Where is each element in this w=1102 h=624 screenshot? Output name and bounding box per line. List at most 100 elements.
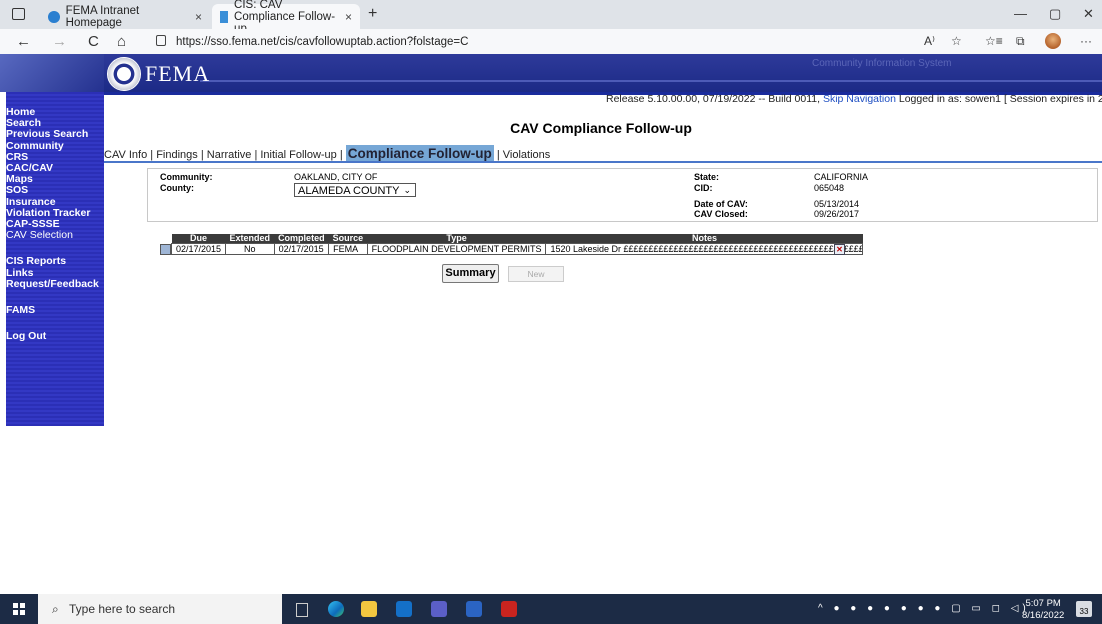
back-button[interactable]: ← (16, 33, 31, 50)
favorites-list-icon[interactable]: ☆≡ (985, 34, 1003, 48)
county-label: County: (160, 183, 194, 193)
tab-compliance-follow-up[interactable]: Compliance Follow-up (345, 145, 494, 162)
nav-fams[interactable]: FAMS (6, 304, 104, 316)
taskbar-search-box[interactable]: ⌕ Type here to search (38, 594, 282, 624)
outlook-icon[interactable] (396, 601, 412, 617)
close-tab-icon[interactable]: × (345, 10, 352, 24)
nav-sos[interactable]: SOS (6, 185, 104, 196)
state-label: State: (694, 172, 720, 182)
cis-favicon-icon (220, 10, 229, 23)
date-of-cav-label: Date of CAV: (694, 199, 748, 209)
county-select[interactable]: ALAMEDA COUNTY ⌄ (294, 183, 416, 197)
col-notes: Notes (545, 234, 863, 244)
windows-start-icon[interactable] (13, 603, 25, 615)
more-menu-button[interactable]: ··· (1080, 34, 1092, 48)
clock-date: 8/16/2022 (1022, 610, 1065, 621)
cid-value: 065048 (814, 183, 845, 193)
table-row: 02/17/2015 No 02/17/2015 FEMA FLOODPLAIN… (170, 243, 864, 255)
system-name: Community Information System (812, 58, 952, 69)
tab-actions-icon[interactable] (12, 8, 25, 20)
file-explorer-icon[interactable] (361, 601, 377, 617)
col-source: Source (328, 234, 368, 244)
dhs-seal-logo (107, 57, 141, 91)
cell-due: 02/17/2015 (170, 243, 227, 255)
url-text: https://sso.fema.net/cis/cavfollowuptab.… (176, 36, 469, 48)
nav-log-out[interactable]: Log Out (6, 331, 104, 342)
home-button[interactable]: ⌂ (117, 33, 126, 50)
nav-request-feedback[interactable]: Request/Feedback (6, 278, 104, 290)
address-bar-row: ← → C ⌂ https://sso.fema.net/cis/cavfoll… (0, 29, 1102, 55)
browser-tab-bar: FEMA Intranet Homepage × CIS: CAV Compli… (0, 0, 1102, 35)
cell-completed: 02/17/2015 (273, 243, 330, 255)
cell-extended: No (225, 243, 275, 255)
chevron-down-icon: ⌄ (403, 185, 411, 195)
acrobat-icon[interactable] (501, 601, 517, 617)
summary-button[interactable]: Summary (442, 264, 499, 283)
tab-findings[interactable]: Findings (156, 149, 198, 161)
new-button[interactable]: New (508, 266, 564, 282)
windows-taskbar: ⌕ Type here to search ^ ● ● ● ● ● ● ● ▢ … (0, 594, 1102, 624)
cav-closed-label: CAV Closed: (694, 209, 748, 219)
cell-type: FLOODPLAIN DEVELOPMENT PERMITS (366, 243, 547, 255)
edge-browser-icon[interactable] (328, 601, 344, 617)
read-aloud-button[interactable]: A⁾ (924, 34, 935, 48)
skip-navigation-link[interactable]: Skip Navigation (823, 93, 896, 105)
teams-icon[interactable] (431, 601, 447, 617)
search-icon: ⌕ (52, 602, 59, 616)
fema-favicon-icon (48, 10, 60, 23)
session-expiry: [ Session expires in 20 mins ] (1003, 93, 1102, 105)
close-tab-icon[interactable]: × (195, 10, 202, 24)
tab-violations[interactable]: Violations (503, 149, 551, 161)
new-tab-button[interactable]: + (368, 5, 377, 23)
tab-fema-intranet[interactable]: FEMA Intranet Homepage × (40, 4, 210, 29)
page-title: CAV Compliance Follow-up (510, 120, 692, 136)
word-icon[interactable] (466, 601, 482, 617)
state-value: CALIFORNIA (814, 172, 869, 182)
logged-in-user: Logged in as: sowen1 (898, 93, 1002, 105)
fema-logo-text: FEMA (145, 61, 211, 86)
system-tray-icons[interactable]: ^ ● ● ● ● ● ● ● ▢ ▭ ◻ ◁) (818, 603, 1030, 614)
cell-source: FEMA (328, 243, 368, 255)
cid-label: CID: (694, 183, 713, 193)
cell-notes: 1520 Lakeside Dr £££££££££££££££££££££££… (545, 243, 864, 255)
cav-closed-value: 09/26/2017 (814, 209, 860, 219)
release-info: Release 5.10.00.00, 07/19/2022 -- Build … (606, 93, 821, 105)
tab-cav-info[interactable]: CAV Info (104, 149, 147, 161)
minimize-button[interactable]: — (1014, 6, 1027, 21)
cav-info-panel: Community: OAKLAND, CITY OF County: ALAM… (147, 168, 1098, 222)
refresh-button[interactable]: C (88, 33, 99, 50)
profile-avatar[interactable] (1045, 33, 1061, 49)
banner-divider (200, 80, 1102, 82)
county-selected: ALAMEDA COUNTY (298, 185, 400, 197)
tab-narrative[interactable]: Narrative (207, 149, 252, 161)
table-header-row: Due Extended Completed Source Type Notes (171, 234, 863, 244)
subtab-bar: CAV Info | Findings | Narrative | Initia… (104, 145, 551, 162)
close-window-button[interactable]: ✕ (1083, 6, 1094, 22)
community-value: OAKLAND, CITY OF (294, 172, 378, 182)
tab-initial-follow-up[interactable]: Initial Follow-up (260, 149, 336, 161)
banner-left-panel (0, 54, 104, 92)
delete-row-icon[interactable]: ✕ (834, 244, 845, 255)
clock-time: 5:07 PM (1025, 598, 1061, 609)
url-field[interactable]: https://sso.fema.net/cis/cavfollowuptab.… (156, 35, 468, 48)
col-completed: Completed (274, 234, 329, 244)
edit-row-icon[interactable] (160, 244, 171, 255)
community-label: Community: (160, 172, 213, 182)
col-extended: Extended (225, 234, 275, 244)
collections-icon[interactable]: ⧉ (1016, 34, 1025, 49)
status-line: Release 5.10.00.00, 07/19/2022 -- Build … (606, 93, 1102, 105)
forward-button[interactable]: → (52, 33, 67, 50)
follow-up-table: Due Extended Completed Source Type Notes… (170, 234, 864, 255)
tab-title: FEMA Intranet Homepage (65, 4, 140, 29)
maximize-button[interactable]: ▢ (1049, 6, 1061, 22)
tab-cis-compliance[interactable]: CIS: CAV Compliance Follow-up × (212, 0, 360, 35)
nav-cav-selection[interactable]: CAV Selection (6, 230, 104, 241)
favorite-star-icon[interactable]: ☆ (951, 34, 962, 48)
subtab-underline (104, 161, 1102, 163)
task-view-icon[interactable] (296, 603, 308, 617)
taskbar-clock[interactable]: 5:07 PM 8/16/2022 (1022, 598, 1064, 622)
notification-center-icon[interactable]: 33 (1076, 601, 1092, 617)
nav-cis-reports[interactable]: CIS Reports (6, 256, 104, 267)
date-of-cav-value: 05/13/2014 (814, 199, 860, 209)
lock-icon (156, 35, 166, 46)
